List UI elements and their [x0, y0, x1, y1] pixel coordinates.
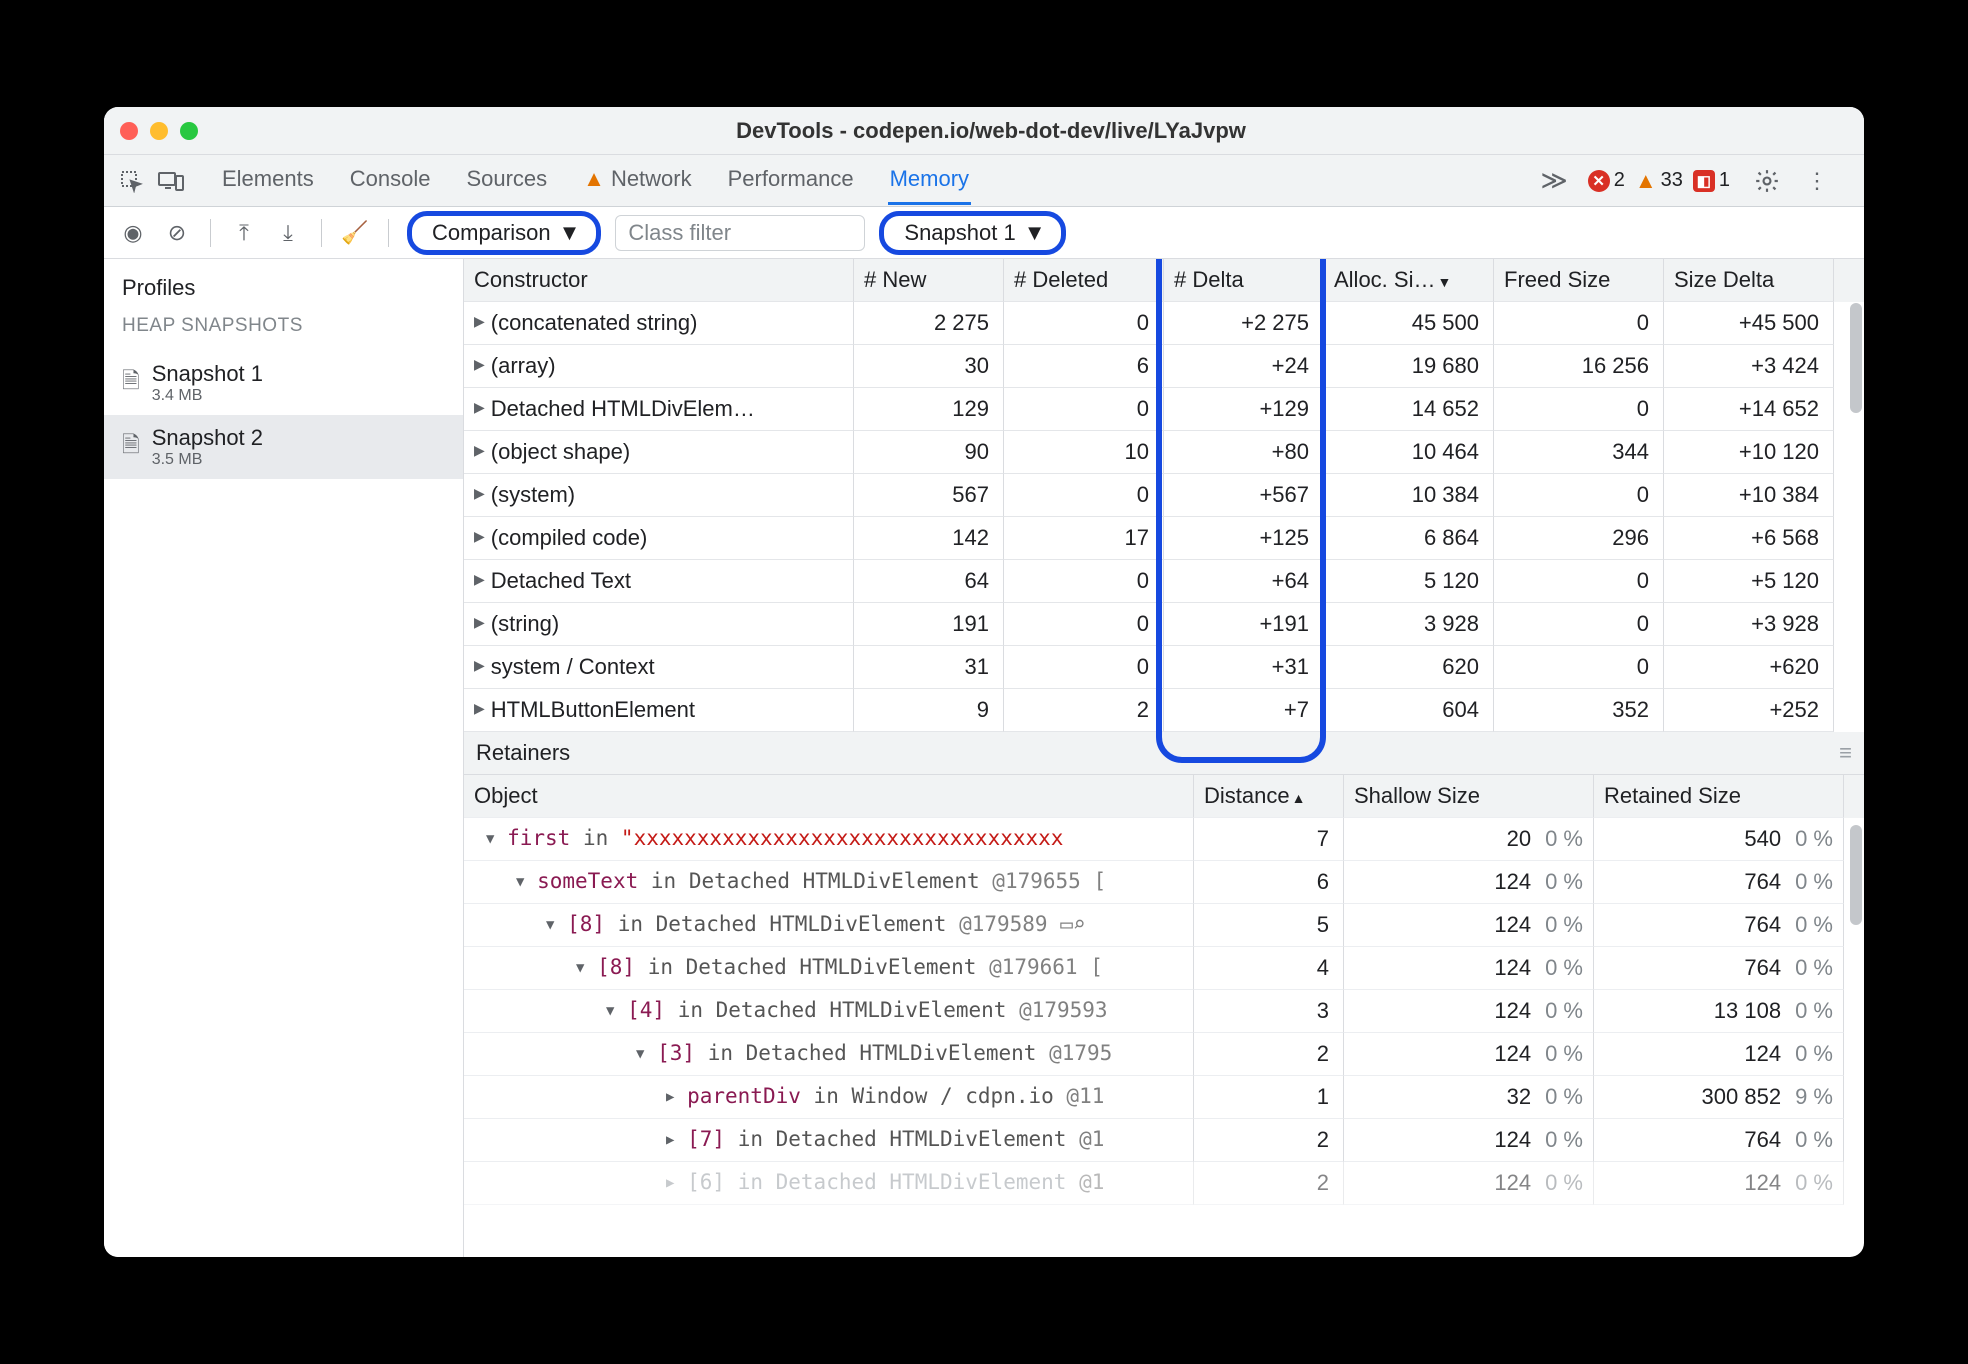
table-row[interactable]: ▶(object shape)9010+8010 464344+10 120 [464, 431, 1864, 474]
expand-icon[interactable]: ▼ [486, 831, 494, 847]
col-header[interactable]: Size Delta [1664, 259, 1834, 302]
memory-toolbar: ◉ ⊘ ⤒ ⤓ 🧹 Comparison▼ Class filter Snaps… [104, 207, 1864, 259]
tab-sources[interactable]: Sources [464, 156, 549, 205]
tab-elements[interactable]: Elements [220, 156, 316, 205]
table-row[interactable]: ▶(concatenated string)2 2750+2 27545 500… [464, 302, 1864, 345]
col-header[interactable]: Freed Size [1494, 259, 1664, 302]
inspect-icon[interactable] [116, 169, 146, 193]
snapshot-icon: 🗎 [122, 364, 140, 402]
expand-icon[interactable]: ▶ [474, 442, 485, 459]
issue-count[interactable]: ◧1 [1693, 169, 1730, 192]
col-header[interactable]: # Delta [1164, 259, 1324, 302]
snapshot-item[interactable]: 🗎Snapshot 13.4 MB [104, 351, 463, 415]
kebab-menu-icon[interactable]: ⋮ [1802, 168, 1832, 194]
expand-icon[interactable]: ▼ [636, 1046, 644, 1062]
expand-icon[interactable]: ▼ [546, 917, 554, 933]
expand-icon[interactable]: ▶ [474, 528, 485, 545]
expand-icon[interactable]: ▼ [606, 1003, 614, 1019]
devtools-window: DevTools - codepen.io/web-dot-dev/live/L… [104, 107, 1864, 1257]
comparison-view: Constructor# New# Deleted# DeltaAlloc. S… [464, 259, 1864, 1257]
tab-console[interactable]: Console [348, 156, 433, 205]
col-header[interactable]: Retained Size [1594, 775, 1844, 818]
table-row[interactable]: ▶(system)5670+56710 3840+10 384 [464, 474, 1864, 517]
col-header[interactable]: # New [854, 259, 1004, 302]
expand-icon[interactable]: ▶ [666, 1089, 674, 1105]
tab-performance[interactable]: Performance [726, 156, 856, 205]
expand-icon[interactable]: ▶ [666, 1132, 674, 1148]
comparison-header: Constructor# New# Deleted# DeltaAlloc. S… [464, 259, 1864, 302]
error-count[interactable]: ✕2 [1588, 169, 1625, 192]
window-title: DevTools - codepen.io/web-dot-dev/live/L… [134, 118, 1848, 144]
retainer-row[interactable]: ▼ [4] in Detached HTMLDivElement @179593… [464, 990, 1864, 1033]
expand-icon[interactable]: ▶ [474, 356, 485, 373]
clear-button[interactable]: ⊘ [162, 220, 192, 246]
table-row[interactable]: ▶system / Context310+316200+620 [464, 646, 1864, 689]
sidebar-heading: HEAP SNAPSHOTS [104, 311, 463, 351]
chevron-down-icon: ▼ [1024, 220, 1046, 246]
retainer-row[interactable]: ▼ someText in Detached HTMLDivElement @1… [464, 861, 1864, 904]
col-header[interactable]: Object [464, 775, 1194, 818]
gc-button[interactable]: 🧹 [340, 220, 370, 246]
retainer-row[interactable]: ▼ [8] in Detached HTMLDivElement @179589… [464, 904, 1864, 947]
expand-icon[interactable]: ▶ [474, 571, 485, 588]
panel-tabstrip: Elements Console Sources ▲Network Performanc… [104, 155, 1864, 207]
upload-button[interactable]: ⤒ [229, 220, 259, 246]
retainer-row[interactable]: ▶ [7] in Detached HTMLDivElement @121240… [464, 1119, 1864, 1162]
retainer-row[interactable]: ▼ [8] in Detached HTMLDivElement @179661… [464, 947, 1864, 990]
baseline-select[interactable]: Snapshot 1▼ [879, 211, 1066, 255]
retainers-scrollbar[interactable] [1850, 825, 1862, 925]
expand-icon[interactable]: ▶ [474, 657, 485, 674]
sidebar-title: Profiles [104, 259, 463, 311]
retainer-row[interactable]: ▶ parentDiv in Window / cdpn.io @111320 … [464, 1076, 1864, 1119]
col-header[interactable]: Constructor [464, 259, 854, 302]
expand-icon[interactable]: ▼ [516, 874, 524, 890]
table-row[interactable]: ▶HTMLButtonElement92+7604352+252 [464, 689, 1864, 732]
table-row[interactable]: ▶Detached HTMLDivElem…1290+12914 6520+14… [464, 388, 1864, 431]
col-header[interactable]: Distance▲ [1194, 775, 1344, 818]
expand-icon[interactable]: ▼ [576, 960, 584, 976]
retainer-row[interactable]: ▼ [3] in Detached HTMLDivElement @179521… [464, 1033, 1864, 1076]
panel-menu-icon[interactable]: ≡ [1839, 740, 1852, 766]
record-button[interactable]: ◉ [118, 220, 148, 246]
more-tabs-button[interactable]: ≫ [1541, 165, 1568, 196]
table-row[interactable]: ▶Detached Text640+645 1200+5 120 [464, 560, 1864, 603]
expand-icon[interactable]: ▶ [474, 485, 485, 502]
view-mode-select[interactable]: Comparison▼ [407, 211, 601, 255]
snapshot-icon: 🗎 [122, 428, 140, 466]
tab-memory[interactable]: Memory [888, 156, 971, 205]
retainer-row[interactable]: ▶ [6] in Detached HTMLDivElement @121240… [464, 1162, 1864, 1205]
expand-icon[interactable]: ▶ [666, 1175, 674, 1191]
col-header[interactable]: Shallow Size [1344, 775, 1594, 818]
titlebar: DevTools - codepen.io/web-dot-dev/live/L… [104, 107, 1864, 155]
grid-scrollbar[interactable] [1850, 303, 1862, 413]
table-row[interactable]: ▶(compiled code)14217+1256 864296+6 568 [464, 517, 1864, 560]
table-row[interactable]: ▶(array)306+2419 68016 256+3 424 [464, 345, 1864, 388]
snapshot-item[interactable]: 🗎Snapshot 23.5 MB [104, 415, 463, 479]
device-toggle-icon[interactable] [156, 170, 186, 192]
retainers-header[interactable]: Retainers ≡ [464, 732, 1864, 775]
table-row[interactable]: ▶(string)1910+1913 9280+3 928 [464, 603, 1864, 646]
expand-icon[interactable]: ▶ [474, 614, 485, 631]
col-header[interactable]: # Deleted [1004, 259, 1164, 302]
expand-icon[interactable]: ▶ [474, 313, 485, 330]
col-header[interactable]: Alloc. Si…▼ [1324, 259, 1494, 302]
expand-icon[interactable]: ▶ [474, 399, 485, 416]
retainer-row[interactable]: ▼ first in "xxxxxxxxxxxxxxxxxxxxxxxxxxxx… [464, 818, 1864, 861]
tab-network[interactable]: ▲Network [581, 156, 693, 205]
profiles-sidebar: Profiles HEAP SNAPSHOTS 🗎Snapshot 13.4 M… [104, 259, 464, 1257]
expand-icon[interactable]: ▶ [474, 700, 485, 717]
class-filter-input[interactable]: Class filter [615, 215, 865, 251]
settings-icon[interactable] [1752, 168, 1782, 194]
warning-count[interactable]: ▲33 [1635, 168, 1683, 194]
download-button[interactable]: ⤓ [273, 220, 303, 246]
chevron-down-icon: ▼ [559, 220, 581, 246]
